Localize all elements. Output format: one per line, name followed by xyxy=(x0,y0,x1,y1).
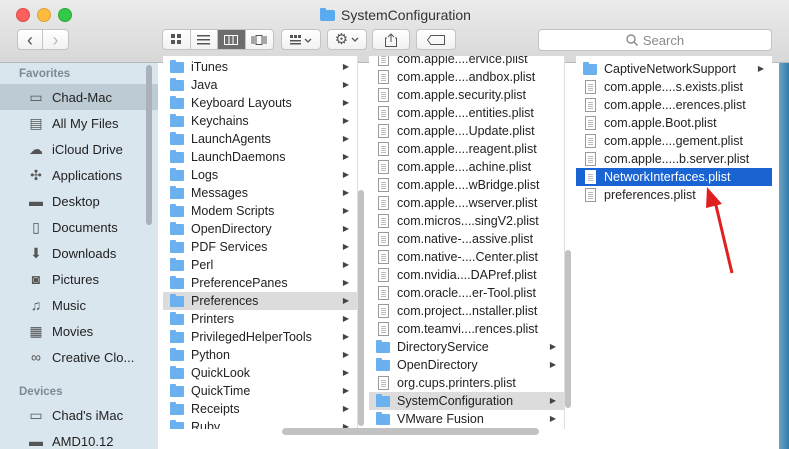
arrow-shaft xyxy=(712,196,734,274)
arrow-head xyxy=(706,187,722,208)
annotation-arrow xyxy=(706,187,734,274)
